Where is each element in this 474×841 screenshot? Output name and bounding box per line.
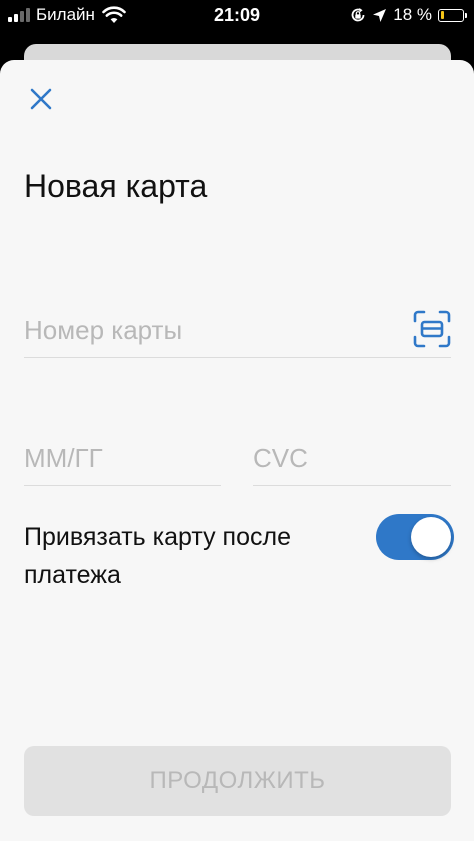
card-number-input[interactable] [24,310,394,350]
page-title: Новая карта [24,168,208,204]
status-right: 18 % [350,5,467,25]
battery-icon [438,8,467,22]
battery-fill [440,11,445,19]
battery-percent: 18 % [393,5,432,24]
continue-button[interactable]: ПРОДОЛЖИТЬ [24,746,451,816]
cvc-input[interactable] [253,438,451,478]
close-button[interactable] [24,82,58,116]
card-scan-icon [413,310,451,348]
toggle-knob [411,517,451,557]
location-arrow-icon [373,8,387,22]
save-card-toggle[interactable] [376,514,454,560]
expiry-field [24,438,221,486]
scan-card-button[interactable] [413,310,451,348]
cvc-field [253,438,451,486]
card-number-field [24,310,451,358]
expiry-input[interactable] [24,438,221,478]
screen: Билайн 21:09 18 % Новая карта Номер карт… [0,0,474,841]
orientation-lock-icon [351,8,365,22]
new-card-sheet: Новая карта Привязать карту после платеж… [0,60,474,841]
status-bar: Билайн 21:09 18 % [0,0,474,32]
save-card-label: Привязать карту после платежа [24,523,291,589]
close-icon [30,88,52,110]
